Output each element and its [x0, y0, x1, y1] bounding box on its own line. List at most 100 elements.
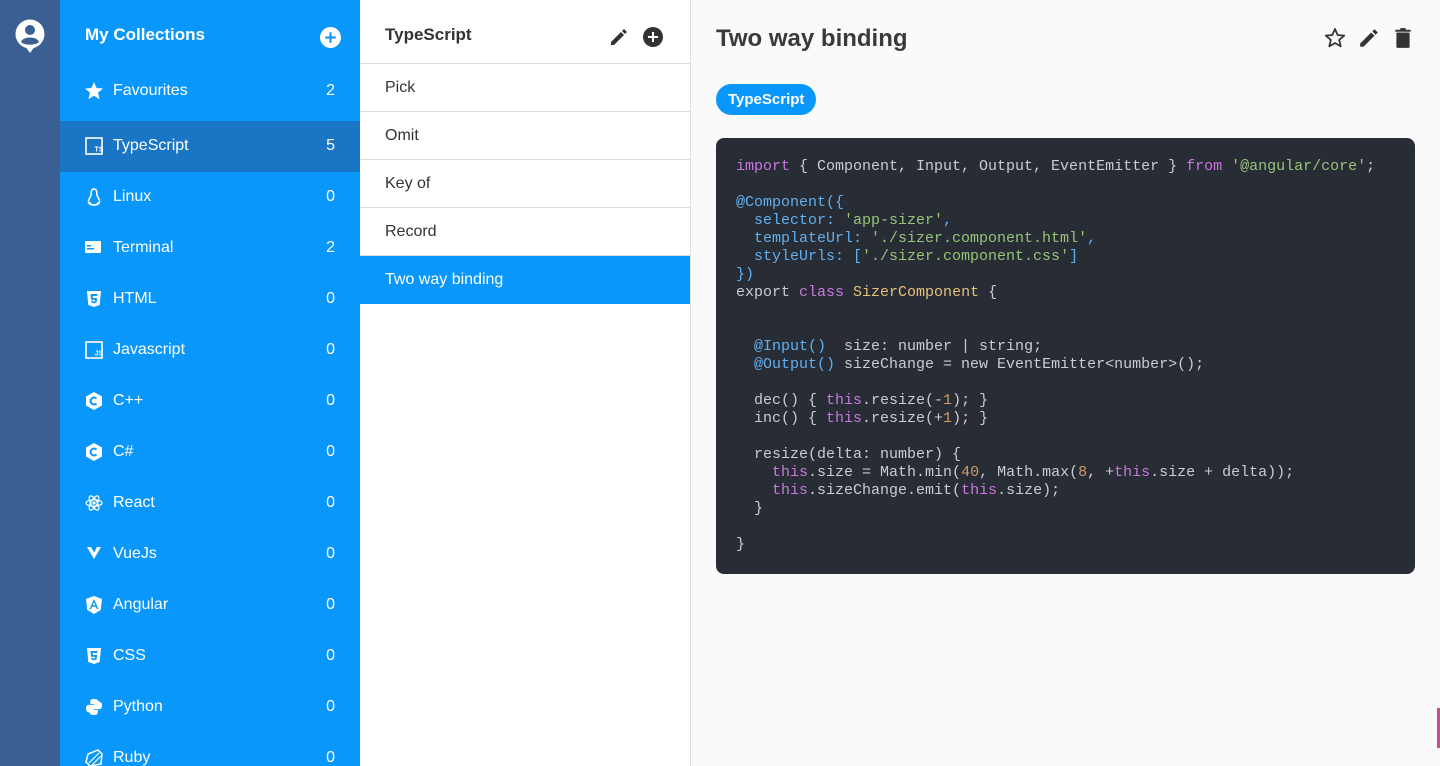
- list-item-label: Omit: [385, 127, 419, 144]
- list-item-two-way-binding[interactable]: Two way binding: [360, 256, 690, 304]
- pencil-icon[interactable]: [609, 27, 629, 47]
- code-block[interactable]: import { Component, Input, Output, Event…: [716, 138, 1415, 574]
- ruby-icon: [85, 749, 103, 766]
- collections-header: My Collections: [60, 0, 360, 70]
- sidebar-item-label: VueJs: [113, 545, 157, 562]
- python-icon: [86, 699, 102, 715]
- sidebar-item-label: Ruby: [113, 749, 151, 766]
- snippet-list-title: TypeScript: [385, 25, 472, 44]
- css3-icon: [87, 648, 101, 664]
- sidebar-item-vuejs[interactable]: VueJs 0: [60, 529, 360, 580]
- code-line: import { Component, Input, Output, Event…: [736, 158, 1376, 175]
- react-icon: [85, 495, 103, 511]
- svg-text:JS: JS: [95, 351, 104, 358]
- sidebar-item-favourites[interactable]: Favourites 2: [60, 66, 360, 117]
- list-item-label: Key of: [385, 175, 431, 192]
- sidebar-item-count: 0: [326, 545, 335, 562]
- linux-icon: [87, 188, 101, 206]
- app-rail: [0, 0, 60, 766]
- snippet-title: Two way binding: [716, 25, 908, 52]
- sidebar-item-python[interactable]: Python 0: [60, 682, 360, 733]
- sidebar-item-csharp[interactable]: C# 0: [60, 427, 360, 478]
- sidebar-item-count: 0: [326, 443, 335, 460]
- trash-icon[interactable]: [1392, 27, 1414, 49]
- sidebar-item-count: 0: [326, 341, 335, 358]
- typescript-icon: TS: [85, 137, 104, 155]
- code-line: }): [736, 266, 755, 283]
- code-line: resize(delta: number) {: [736, 446, 962, 463]
- snippet-detail-panel: Two way binding TypeScript import { Comp…: [691, 0, 1440, 766]
- sidebar-item-label: React: [113, 494, 155, 511]
- sidebar-item-html[interactable]: HTML 0: [60, 274, 360, 325]
- vue-icon: [87, 547, 101, 559]
- code-line: styleUrls: ['./sizer.component.css']: [736, 248, 1079, 265]
- code-line: export class SizerComponent {: [736, 284, 998, 301]
- javascript-icon: JS: [85, 341, 104, 359]
- pencil-icon[interactable]: [1358, 27, 1380, 49]
- sidebar-item-count: 0: [326, 749, 335, 766]
- sidebar-item-label: Terminal: [113, 239, 174, 256]
- list-item-omit[interactable]: Omit: [360, 112, 690, 160]
- code-line: }: [736, 500, 764, 517]
- sidebar-item-label: C#: [113, 443, 134, 460]
- sidebar-item-label: Angular: [113, 596, 169, 613]
- sidebar-item-count: 0: [326, 596, 335, 613]
- terminal-icon: [85, 241, 101, 253]
- language-tag[interactable]: TypeScript: [716, 84, 817, 115]
- svg-text:TS: TS: [95, 147, 104, 154]
- list-item-label: Pick: [385, 79, 416, 96]
- star-icon: [85, 82, 103, 100]
- sidebar-item-react[interactable]: React 0: [60, 478, 360, 529]
- sidebar-item-count: 0: [326, 188, 335, 205]
- add-collection-icon[interactable]: [320, 27, 341, 48]
- sidebar-item-count: 0: [326, 494, 335, 511]
- sidebar-item-label: HTML: [113, 290, 157, 307]
- sidebar-item-label: Javascript: [113, 341, 186, 358]
- cplusplus-icon: [86, 392, 102, 410]
- sidebar-item-count: 0: [326, 392, 335, 409]
- code-line: this.size = Math.min(40, Math.max(8, +th…: [772, 464, 1295, 481]
- sidebar-item-label: CSS: [113, 647, 146, 664]
- sidebar-item-label: TypeScript: [113, 137, 189, 154]
- code-line: @Component({: [736, 194, 845, 211]
- code-line: }: [736, 536, 746, 553]
- code-content: import { Component, Input, Output, Event…: [736, 158, 1375, 554]
- sidebar-item-javascript[interactable]: JS Javascript 0: [60, 325, 360, 376]
- sidebar-item-count: 0: [326, 647, 335, 664]
- code-line: selector: 'app-sizer',: [736, 212, 953, 229]
- code-line: @Output() sizeChange = new EventEmitter<…: [754, 356, 1205, 373]
- snippet-list-panel: TypeScript Pick Omit Key of Record Two w…: [360, 0, 691, 766]
- sidebar-item-count: 5: [326, 137, 335, 154]
- sidebar-item-label: C++: [113, 392, 144, 409]
- sidebar-item-count: 2: [326, 82, 335, 99]
- sidebar-item-label: Python: [113, 698, 163, 715]
- sidebar-item-cplusplus[interactable]: C++ 0: [60, 376, 360, 427]
- sidebar-item-terminal[interactable]: Terminal 2: [60, 223, 360, 274]
- snippet-list-header: TypeScript: [360, 0, 690, 64]
- angular-icon: [86, 596, 102, 614]
- list-item-label: Two way binding: [385, 271, 504, 288]
- sidebar-item-ruby[interactable]: Ruby 0: [60, 733, 360, 766]
- list-item-record[interactable]: Record: [360, 208, 690, 256]
- sidebar-item-count: 0: [326, 698, 335, 715]
- sidebar-item-css[interactable]: CSS 0: [60, 631, 360, 682]
- sidebar-item-linux[interactable]: Linux 0: [60, 172, 360, 223]
- code-line: templateUrl: './sizer.component.html',: [736, 230, 1097, 247]
- code-line: @Input() size: number | string;: [754, 338, 1043, 355]
- csharp-icon: [86, 443, 102, 461]
- plus-circle-icon[interactable]: [643, 27, 663, 47]
- user-circle-icon[interactable]: [15, 19, 45, 53]
- sidebar-item-label: Linux: [113, 188, 152, 205]
- sidebar-item-label: Favourites: [113, 82, 188, 99]
- sidebar-item-count: 0: [326, 290, 335, 307]
- list-item-pick[interactable]: Pick: [360, 64, 690, 112]
- sidebar-item-angular[interactable]: Angular 0: [60, 580, 360, 631]
- collections-title: My Collections: [85, 25, 205, 44]
- code-line: dec() { this.resize(-1); }: [736, 392, 989, 409]
- list-item-key-of[interactable]: Key of: [360, 160, 690, 208]
- sidebar-item-count: 2: [326, 239, 335, 256]
- collections-sidebar: My Collections Favourites 2 TS TypeScrip…: [60, 0, 360, 766]
- sidebar-item-typescript[interactable]: TS TypeScript 5: [60, 121, 360, 172]
- code-line: this.sizeChange.emit(this.size);: [772, 482, 1061, 499]
- star-outline-icon[interactable]: [1324, 27, 1346, 49]
